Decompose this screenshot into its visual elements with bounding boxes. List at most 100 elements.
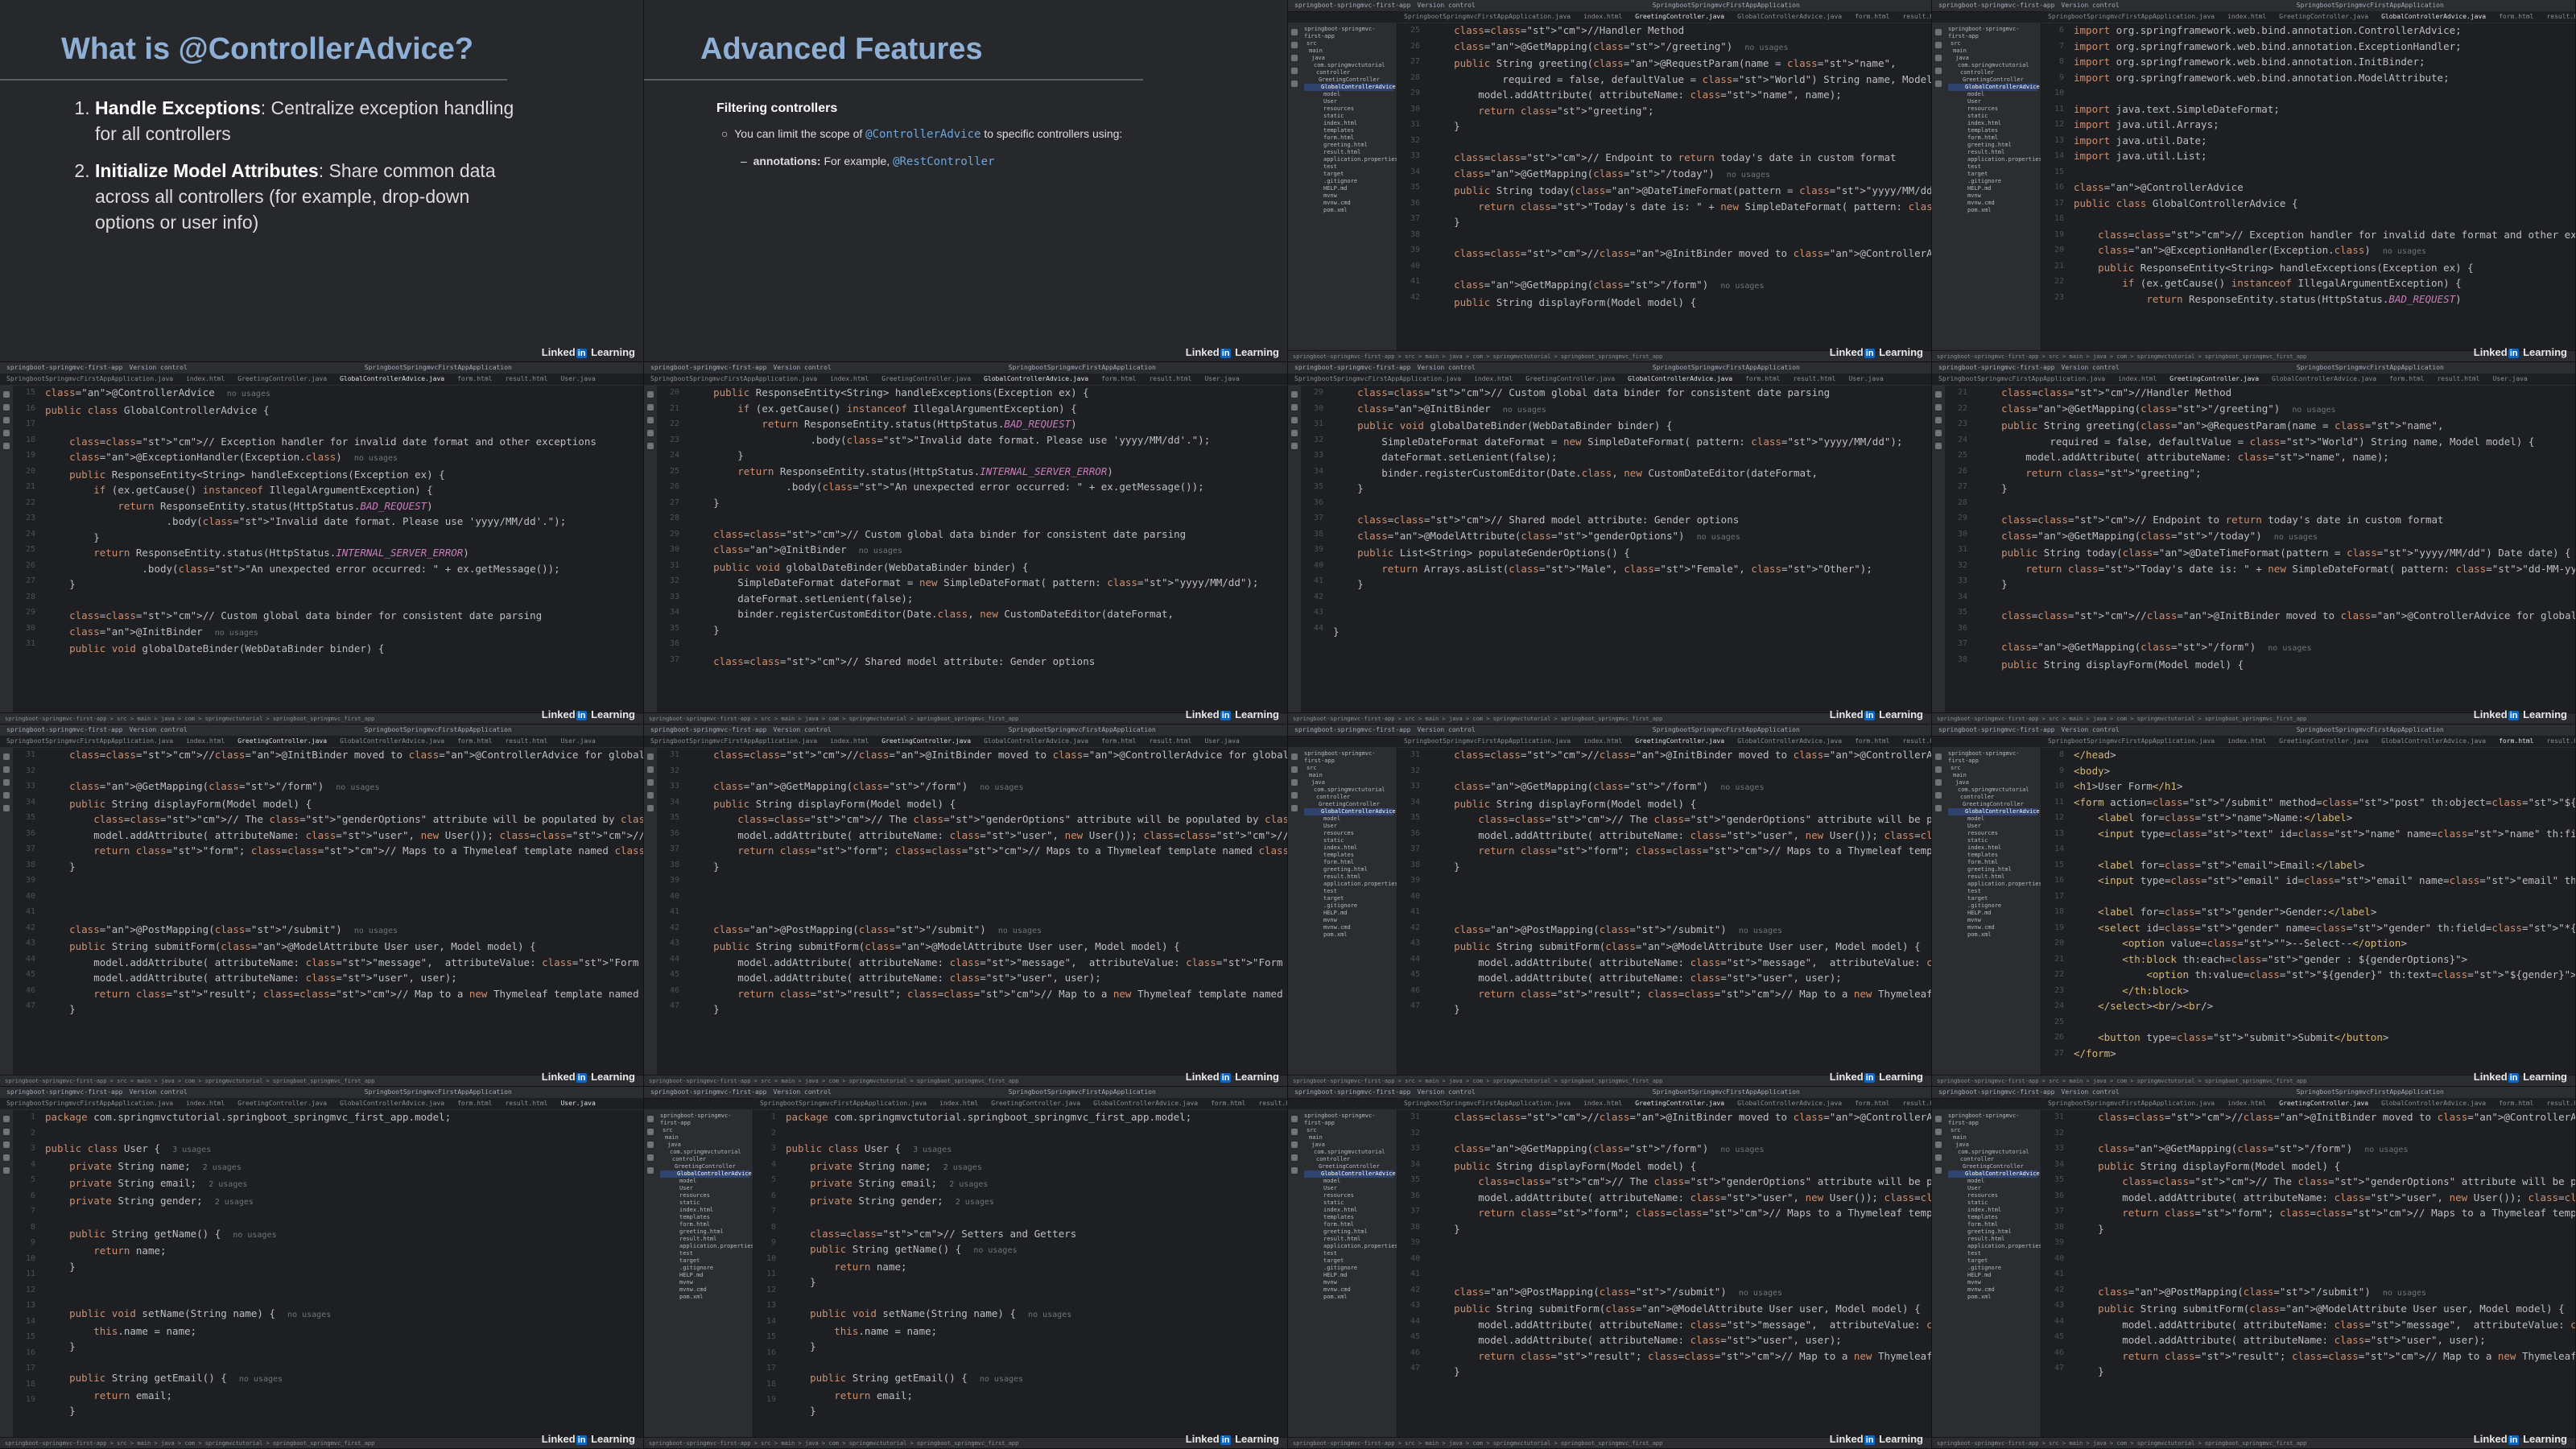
- code-editor[interactable]: import org.springframework.web.bind.anno…: [2074, 23, 2575, 350]
- project-tree-item[interactable]: src: [1304, 40, 1393, 47]
- tool-window-icon[interactable]: [1935, 443, 1942, 449]
- tool-window-icon[interactable]: [647, 805, 654, 811]
- editor-tab[interactable]: result.html: [1896, 1098, 1931, 1109]
- editor-tab[interactable]: form.html: [451, 1098, 498, 1109]
- project-tree-item[interactable]: springboot-springmvc-first-app: [1304, 26, 1393, 40]
- project-tree-item[interactable]: pom.xml: [1948, 207, 2037, 214]
- project-tree-item[interactable]: static: [1304, 113, 1393, 120]
- code-editor[interactable]: class=class="st">"cm">//class="an">@Init…: [2074, 1109, 2575, 1437]
- project-tree-item[interactable]: pom.xml: [1948, 1294, 2037, 1301]
- editor-tab[interactable]: GreetingController.java: [1629, 1098, 1731, 1109]
- project-tree-item[interactable]: application.properties: [1304, 881, 1397, 888]
- project-tree-item[interactable]: application.properties: [1304, 1243, 1397, 1250]
- project-tree-item[interactable]: HELP.md: [1304, 910, 1393, 917]
- project-tree-item[interactable]: model: [1948, 815, 2037, 823]
- editor-tab[interactable]: form.html: [2492, 1098, 2540, 1109]
- editor-tab[interactable]: SpringbootSpringmvcFirstAppApplication.j…: [1932, 374, 2112, 385]
- project-tree-item[interactable]: mvnw.cmd: [660, 1286, 749, 1294]
- code-editor[interactable]: class=class="st">"cm">//class="an">@Init…: [1430, 747, 1931, 1075]
- vcs-menu[interactable]: Version control: [774, 726, 832, 733]
- tool-window-icon[interactable]: [647, 430, 654, 436]
- project-tree-item[interactable]: main: [1948, 47, 2037, 55]
- project-tree-item[interactable]: springboot-springmvc-first-app: [1948, 1113, 2037, 1127]
- project-tree-item[interactable]: application.properties: [1948, 1243, 2041, 1250]
- project-selector[interactable]: springboot-springmvc-first-app: [1294, 364, 1411, 371]
- editor-tab[interactable]: SpringbootSpringmvcFirstAppApplication.j…: [2041, 1098, 2221, 1109]
- project-tree-item[interactable]: User: [1948, 1185, 2037, 1192]
- project-tree-item[interactable]: User: [660, 1185, 749, 1192]
- project-tree-item[interactable]: .gitignore: [1948, 178, 2037, 185]
- project-tree-item[interactable]: resources: [1304, 1192, 1393, 1199]
- tool-window-icon[interactable]: [1935, 391, 1942, 398]
- tool-window-icon[interactable]: [3, 1154, 10, 1161]
- project-tree-item[interactable]: resources: [1304, 830, 1393, 837]
- editor-tab[interactable]: index.html: [180, 374, 231, 385]
- project-tree-item[interactable]: springboot-springmvc-first-app: [1948, 26, 2037, 40]
- project-tree-item[interactable]: HELP.md: [1304, 1272, 1393, 1279]
- tool-window-icon[interactable]: [1291, 29, 1298, 35]
- code-editor[interactable]: class=class="st">"cm">//class="an">@Init…: [45, 747, 643, 1075]
- project-tree-item[interactable]: .gitignore: [1948, 1265, 2037, 1272]
- project-tree-item[interactable]: result.html: [1948, 873, 2037, 881]
- run-config-selector[interactable]: SpringbootSpringmvcFirstAppApplication: [2297, 1088, 2444, 1096]
- project-tree-item[interactable]: templates: [1304, 127, 1393, 134]
- tool-window-icon[interactable]: [1935, 80, 1942, 87]
- tool-window-icon[interactable]: [1935, 430, 1942, 436]
- tool-window-icon[interactable]: [647, 404, 654, 411]
- project-tree-item[interactable]: mvnw: [660, 1279, 749, 1286]
- run-config-selector[interactable]: SpringbootSpringmvcFirstAppApplication: [1009, 364, 1156, 371]
- project-tree-item[interactable]: GreetingController: [1304, 1163, 1393, 1170]
- vcs-menu[interactable]: Version control: [2062, 2, 2120, 9]
- tool-window-icon[interactable]: [3, 1116, 10, 1122]
- project-tree-item[interactable]: result.html: [1304, 149, 1393, 156]
- tool-window-icon[interactable]: [1935, 1116, 1942, 1122]
- tool-window-icon[interactable]: [1291, 753, 1298, 760]
- tool-window-icon[interactable]: [1291, 1129, 1298, 1135]
- project-tree-item[interactable]: controller: [1948, 1156, 2037, 1163]
- editor-tab[interactable]: GreetingController.java: [875, 736, 977, 747]
- project-tree-item[interactable]: index.html: [1948, 120, 2037, 127]
- project-tree-item[interactable]: java: [1948, 55, 2037, 62]
- project-selector[interactable]: springboot-springmvc-first-app: [650, 726, 767, 733]
- project-tree-item[interactable]: resources: [1948, 830, 2037, 837]
- run-config-selector[interactable]: SpringbootSpringmvcFirstAppApplication: [365, 1088, 512, 1096]
- editor-tab[interactable]: GreetingController.java: [1629, 736, 1731, 747]
- project-tree-item[interactable]: application.properties: [1304, 156, 1397, 163]
- project-tree-item[interactable]: .gitignore: [1304, 1265, 1393, 1272]
- tool-window-icon[interactable]: [647, 792, 654, 799]
- editor-tab[interactable]: index.html: [824, 374, 875, 385]
- project-tree-item[interactable]: index.html: [1948, 844, 2037, 852]
- tool-window-icon[interactable]: [1291, 430, 1298, 436]
- tool-window-icon[interactable]: [1935, 805, 1942, 811]
- editor-tab[interactable]: SpringbootSpringmvcFirstAppApplication.j…: [2041, 736, 2221, 747]
- project-selector[interactable]: springboot-springmvc-first-app: [650, 1088, 767, 1096]
- tool-window-icon[interactable]: [3, 430, 10, 436]
- project-tree-item[interactable]: static: [1304, 837, 1393, 844]
- project-tree-item[interactable]: test: [1948, 163, 2037, 171]
- project-tree-item[interactable]: test: [1304, 888, 1393, 895]
- tool-window-icon[interactable]: [1291, 417, 1298, 423]
- run-config-selector[interactable]: SpringbootSpringmvcFirstAppApplication: [365, 726, 512, 733]
- project-tree-item[interactable]: mvnw: [1948, 917, 2037, 924]
- tool-window-icon[interactable]: [1291, 1154, 1298, 1161]
- tool-window-icon[interactable]: [1291, 1141, 1298, 1148]
- project-tree-item[interactable]: controller: [1304, 69, 1393, 76]
- tool-window-icon[interactable]: [1291, 443, 1298, 449]
- project-tree-item[interactable]: index.html: [660, 1207, 749, 1214]
- tool-window-icon[interactable]: [1935, 766, 1942, 773]
- editor-tab[interactable]: GlobalControllerAdvice.java: [1731, 736, 1848, 747]
- project-tree-item[interactable]: test: [1304, 163, 1393, 171]
- project-tree-item[interactable]: controller: [1948, 794, 2037, 801]
- editor-tab[interactable]: form.html: [1204, 1098, 1252, 1109]
- tool-window-icon[interactable]: [1935, 417, 1942, 423]
- project-tree-item[interactable]: target: [1948, 1257, 2037, 1265]
- project-tree-item[interactable]: mvnw.cmd: [1304, 924, 1393, 931]
- run-config-selector[interactable]: SpringbootSpringmvcFirstAppApplication: [1653, 1088, 1800, 1096]
- project-tree-item[interactable]: target: [1304, 171, 1393, 178]
- project-tree-item[interactable]: mvnw.cmd: [1948, 1286, 2037, 1294]
- project-selector[interactable]: springboot-springmvc-first-app: [1938, 364, 2055, 371]
- project-tree-item[interactable]: form.html: [1948, 859, 2037, 866]
- project-tree-item[interactable]: src: [1948, 1127, 2037, 1134]
- tool-window-icon[interactable]: [1291, 766, 1298, 773]
- editor-tab[interactable]: result.html: [498, 1098, 554, 1109]
